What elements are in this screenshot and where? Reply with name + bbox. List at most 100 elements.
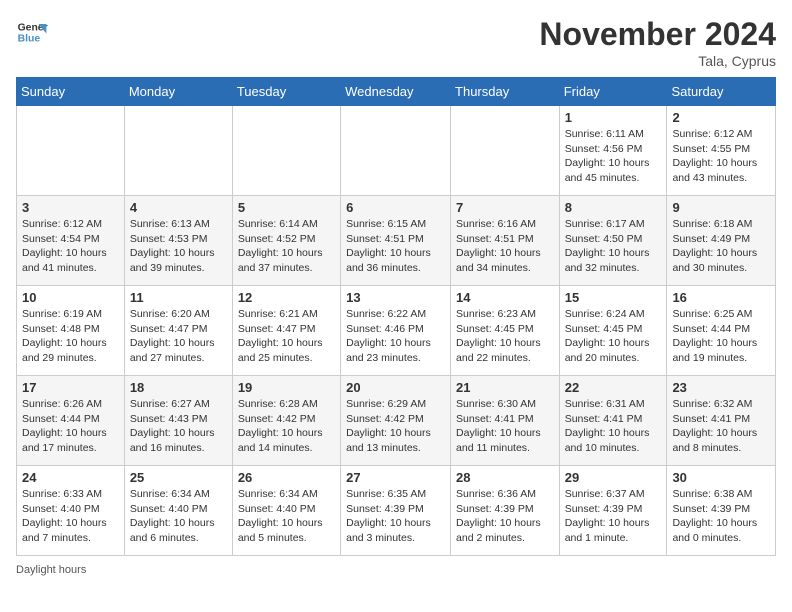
day-cell [341,106,451,196]
day-cell: 28Sunrise: 6:36 AM Sunset: 4:39 PM Dayli… [451,466,560,556]
day-cell: 27Sunrise: 6:35 AM Sunset: 4:39 PM Dayli… [341,466,451,556]
day-cell: 29 Sunrise: 6:37 AM Sunset: 4:39 PM Dayli… [559,466,667,556]
day-number: 24 [22,470,119,485]
day-cell: 3Sunrise: 6:12 AM Sunset: 4:54 PM Daylig… [17,196,125,286]
day-cell: 23 Sunrise: 6:32 AM Sunset: 4:41 PM Dayli… [667,376,776,466]
day-number: 1 [565,110,662,125]
day-number: 4 [130,200,227,215]
day-cell: 10 Sunrise: 6:19 AM Sunset: 4:48 PM Dayli… [17,286,125,376]
day-number: 6 [346,200,445,215]
day-info: Sunrise: 6:31 AM Sunset: 4:41 PM Dayligh… [565,397,662,456]
day-cell: 5Sunrise: 6:14 AM Sunset: 4:52 PM Daylig… [232,196,340,286]
month-title: November 2024 [539,16,776,53]
day-info: Sunrise: 6:32 AM Sunset: 4:41 PM Dayligh… [672,397,770,456]
day-number: 23 [672,380,770,395]
col-tuesday: Tuesday [232,78,340,106]
day-info: Sunrise: 6:22 AM Sunset: 4:46 PM Dayligh… [346,307,445,366]
day-info: Sunrise: 6:25 AM Sunset: 4:44 PM Dayligh… [672,307,770,366]
day-cell: 20 Sunrise: 6:29 AM Sunset: 4:42 PM Dayli… [341,376,451,466]
day-cell: 2 Sunrise: 6:12 AM Sunset: 4:55 PM Daylig… [667,106,776,196]
day-info: Sunrise: 6:18 AM Sunset: 4:49 PM Dayligh… [672,217,770,276]
week-row-2: 3Sunrise: 6:12 AM Sunset: 4:54 PM Daylig… [17,196,776,286]
day-cell: 16 Sunrise: 6:25 AM Sunset: 4:44 PM Dayli… [667,286,776,376]
day-number: 18 [130,380,227,395]
day-number: 14 [456,290,554,305]
day-info: Sunrise: 6:23 AM Sunset: 4:45 PM Dayligh… [456,307,554,366]
day-info: Sunrise: 6:17 AM Sunset: 4:50 PM Dayligh… [565,217,662,276]
col-thursday: Thursday [451,78,560,106]
week-row-3: 10 Sunrise: 6:19 AM Sunset: 4:48 PM Dayli… [17,286,776,376]
day-number: 25 [130,470,227,485]
day-cell: 19 Sunrise: 6:28 AM Sunset: 4:42 PM Dayli… [232,376,340,466]
day-info: Sunrise: 6:38 AM Sunset: 4:39 PM Dayligh… [672,487,770,546]
day-number: 15 [565,290,662,305]
day-cell: 22 Sunrise: 6:31 AM Sunset: 4:41 PM Dayli… [559,376,667,466]
day-number: 17 [22,380,119,395]
logo: General Blue [16,16,48,48]
day-cell: 7Sunrise: 6:16 AM Sunset: 4:51 PM Daylig… [451,196,560,286]
day-cell [451,106,560,196]
day-cell: 21Sunrise: 6:30 AM Sunset: 4:41 PM Dayli… [451,376,560,466]
day-cell: 30Sunrise: 6:38 AM Sunset: 4:39 PM Dayli… [667,466,776,556]
day-cell [124,106,232,196]
day-number: 12 [238,290,335,305]
day-info: Sunrise: 6:13 AM Sunset: 4:53 PM Dayligh… [130,217,227,276]
day-cell: 12 Sunrise: 6:21 AM Sunset: 4:47 PM Dayli… [232,286,340,376]
day-number: 10 [22,290,119,305]
day-number: 13 [346,290,445,305]
col-saturday: Saturday [667,78,776,106]
day-info: Sunrise: 6:24 AM Sunset: 4:45 PM Dayligh… [565,307,662,366]
day-info: Sunrise: 6:37 AM Sunset: 4:39 PM Dayligh… [565,487,662,546]
day-info: Sunrise: 6:29 AM Sunset: 4:42 PM Dayligh… [346,397,445,456]
col-friday: Friday [559,78,667,106]
day-number: 27 [346,470,445,485]
header-row: Sunday Monday Tuesday Wednesday Thursday… [17,78,776,106]
day-number: 9 [672,200,770,215]
day-cell: 11Sunrise: 6:20 AM Sunset: 4:47 PM Dayli… [124,286,232,376]
day-cell [232,106,340,196]
day-number: 3 [22,200,119,215]
day-cell: 13 Sunrise: 6:22 AM Sunset: 4:46 PM Dayli… [341,286,451,376]
page-header: General Blue November 2024 Tala, Cyprus [16,16,776,69]
day-number: 20 [346,380,445,395]
day-info: Sunrise: 6:30 AM Sunset: 4:41 PM Dayligh… [456,397,554,456]
day-number: 29 [565,470,662,485]
day-info: Sunrise: 6:16 AM Sunset: 4:51 PM Dayligh… [456,217,554,276]
day-info: Sunrise: 6:20 AM Sunset: 4:47 PM Dayligh… [130,307,227,366]
day-cell: 25Sunrise: 6:34 AM Sunset: 4:40 PM Dayli… [124,466,232,556]
week-row-1: 1 Sunrise: 6:11 AM Sunset: 4:56 PM Daylig… [17,106,776,196]
day-number: 26 [238,470,335,485]
day-info: Sunrise: 6:11 AM Sunset: 4:56 PM Dayligh… [565,127,662,186]
calendar-table: Sunday Monday Tuesday Wednesday Thursday… [16,77,776,556]
day-cell: 14 Sunrise: 6:23 AM Sunset: 4:45 PM Dayli… [451,286,560,376]
day-cell: 8 Sunrise: 6:17 AM Sunset: 4:50 PM Daylig… [559,196,667,286]
week-row-4: 17 Sunrise: 6:26 AM Sunset: 4:44 PM Dayli… [17,376,776,466]
day-info: Sunrise: 6:27 AM Sunset: 4:43 PM Dayligh… [130,397,227,456]
day-number: 22 [565,380,662,395]
day-number: 5 [238,200,335,215]
col-wednesday: Wednesday [341,78,451,106]
day-cell: 26Sunrise: 6:34 AM Sunset: 4:40 PM Dayli… [232,466,340,556]
day-cell: 4 Sunrise: 6:13 AM Sunset: 4:53 PM Daylig… [124,196,232,286]
day-info: Sunrise: 6:12 AM Sunset: 4:55 PM Dayligh… [672,127,770,186]
footer-label: Daylight hours [16,564,86,576]
day-cell: 18 Sunrise: 6:27 AM Sunset: 4:43 PM Dayli… [124,376,232,466]
day-cell [17,106,125,196]
day-info: Sunrise: 6:26 AM Sunset: 4:44 PM Dayligh… [22,397,119,456]
day-info: Sunrise: 6:28 AM Sunset: 4:42 PM Dayligh… [238,397,335,456]
week-row-5: 24Sunrise: 6:33 AM Sunset: 4:40 PM Dayli… [17,466,776,556]
col-monday: Monday [124,78,232,106]
footer: Daylight hours [16,564,776,576]
title-block: November 2024 Tala, Cyprus [539,16,776,69]
day-info: Sunrise: 6:21 AM Sunset: 4:47 PM Dayligh… [238,307,335,366]
day-number: 28 [456,470,554,485]
day-info: Sunrise: 6:19 AM Sunset: 4:48 PM Dayligh… [22,307,119,366]
day-number: 19 [238,380,335,395]
day-number: 8 [565,200,662,215]
location: Tala, Cyprus [539,53,776,69]
day-number: 2 [672,110,770,125]
day-cell: 9 Sunrise: 6:18 AM Sunset: 4:49 PM Daylig… [667,196,776,286]
svg-text:Blue: Blue [18,34,41,45]
col-sunday: Sunday [17,78,125,106]
day-number: 16 [672,290,770,305]
